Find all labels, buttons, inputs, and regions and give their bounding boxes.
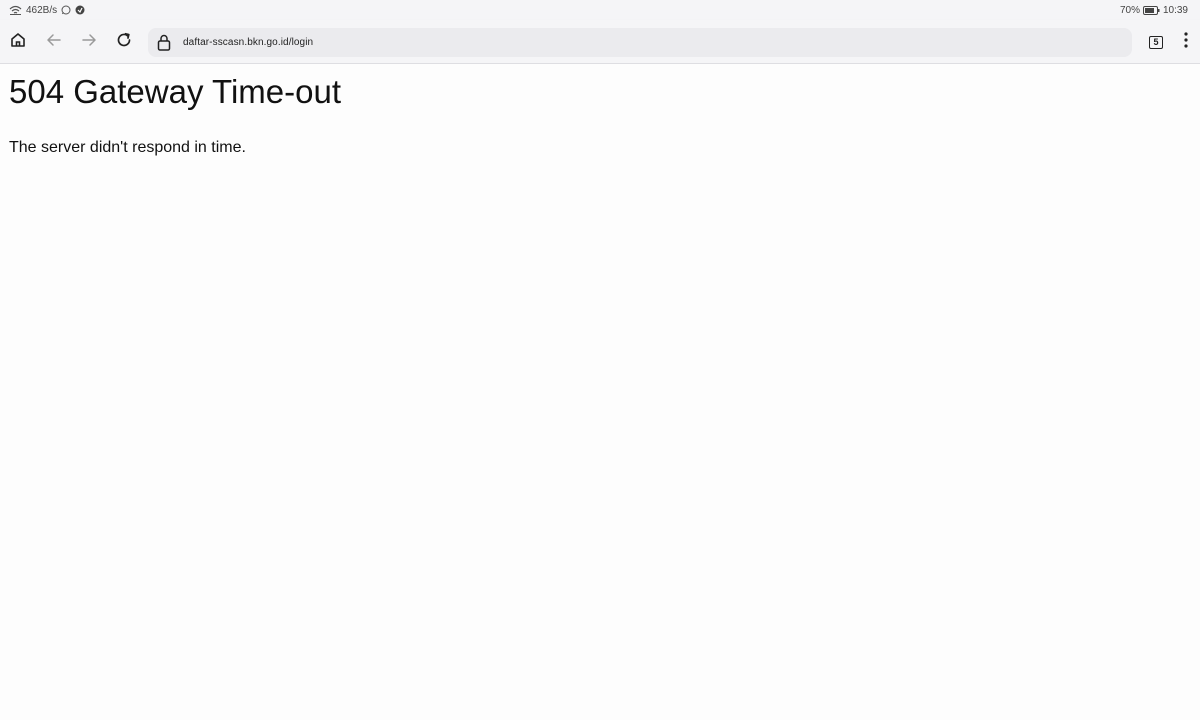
home-icon [9,31,27,54]
forward-button[interactable] [77,30,101,54]
error-message: The server didn't respond in time. [9,139,246,156]
forward-icon [80,31,98,54]
tabs-button[interactable]: 5 [1146,32,1166,52]
whatsapp-icon [61,5,71,15]
network-speed: 462B/s [26,4,58,16]
notification-icon [75,5,85,15]
battery-percent: 70% [1119,4,1140,16]
battery-icon [1142,5,1160,15]
wifi-icon [9,5,22,15]
status-right: 70% 10:39 [1120,5,1188,16]
url-text[interactable]: daftar-sscasn.bkn.go.id/login [183,37,313,48]
back-icon [45,31,63,54]
browser-toolbar: daftar-sscasn.bkn.go.id/login 5 [0,20,1200,64]
more-menu-button[interactable] [1176,31,1196,54]
home-button[interactable] [6,30,30,54]
reload-button[interactable] [112,30,136,54]
back-button[interactable] [42,30,66,54]
page-title: 504 Gateway Time-out [9,73,341,110]
lock-icon[interactable] [156,34,172,52]
reload-icon [115,31,133,54]
more-icon [1183,31,1189,54]
tabs-icon: 5 [1149,35,1163,49]
status-left: 462B/s [9,5,85,16]
tab-count: 5 [1153,36,1159,47]
status-bar: 462B/s 70% 10:39 [0,0,1200,20]
page-content: 504 Gateway Time-out The server didn't r… [0,64,1200,720]
clock: 10:39 [1162,4,1188,16]
address-bar[interactable]: daftar-sscasn.bkn.go.id/login [148,28,1132,57]
